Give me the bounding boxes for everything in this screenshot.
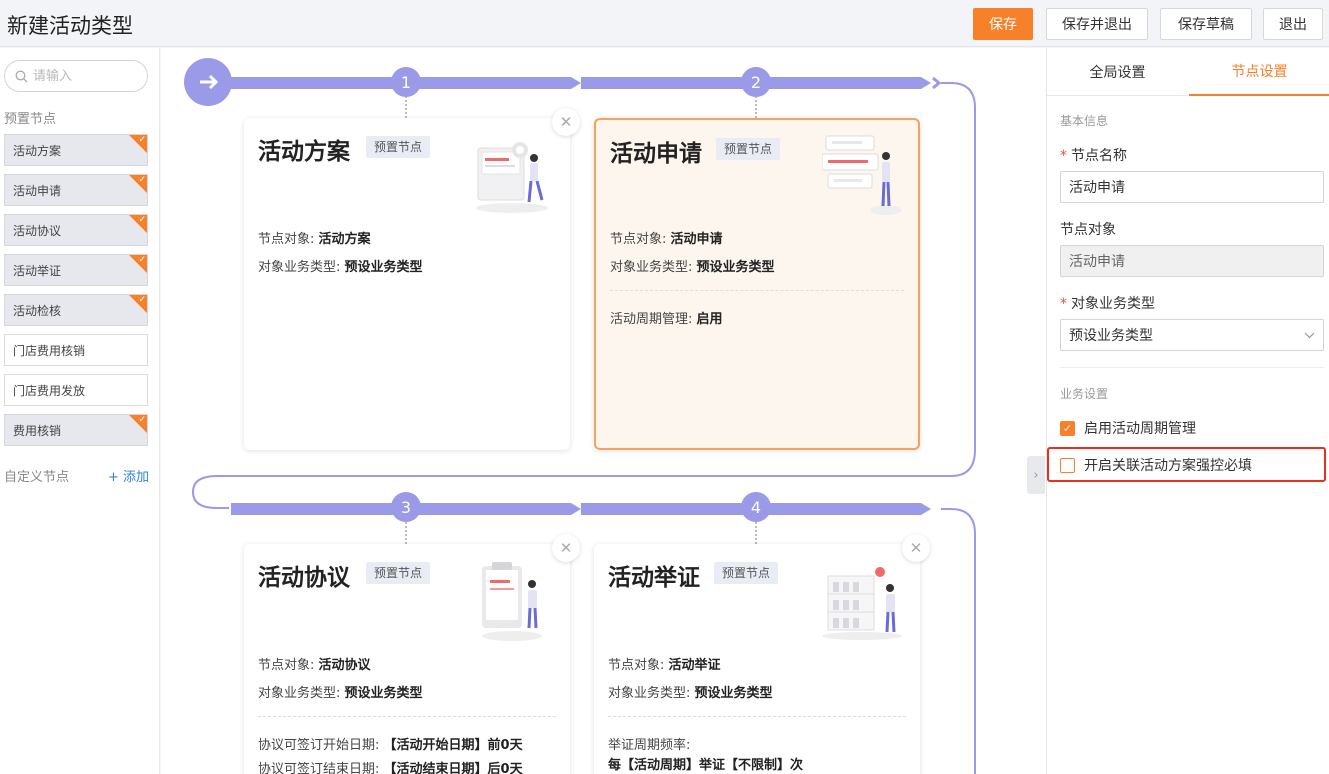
business-type-line: 对象业务类型: 预设业务类型	[610, 260, 775, 275]
node-object-field: 活动申请	[1060, 245, 1324, 277]
preset-node-tag: 预置节点	[366, 136, 431, 158]
tab-node-settings[interactable]: 节点设置	[1189, 48, 1329, 96]
form-illustration	[822, 135, 902, 215]
cycle-management-line: 活动周期管理: 启用	[610, 312, 723, 327]
sidebar-item-expense-writeoff[interactable]: 费用核销 ✓	[4, 414, 148, 446]
step-number-4: 4	[741, 492, 771, 522]
node-card-activity-application[interactable]: 活动申请 预置节点 节点对象: 活动申请 对象业务类型: 预设业务类型 活动周期…	[594, 118, 920, 450]
exit-button[interactable]: 退出	[1263, 8, 1323, 40]
node-card-activity-plan[interactable]: 活动方案 预置节点 节点对象: 活动方案 对象业务类型: 预设业务类型	[244, 118, 570, 450]
card-divider	[610, 290, 904, 291]
business-type-label: * 对象业务类型	[1060, 296, 1155, 312]
search-input[interactable]	[33, 68, 133, 84]
sidebar-item-label: 费用核销	[13, 423, 62, 438]
basic-info-heading: 基本信息	[1060, 114, 1109, 128]
chevron-down-icon	[1304, 332, 1315, 339]
highlight-annotation-box	[1047, 447, 1326, 482]
search-icon	[15, 70, 28, 82]
sidebar-item-label: 活动举证	[13, 263, 62, 278]
save-and-exit-button[interactable]: 保存并退出	[1046, 8, 1148, 40]
page-title: 新建活动类型	[7, 14, 133, 38]
agreement-end-line: 协议可签订结束日期: 【活动结束日期】后0天	[258, 762, 523, 774]
sidebar-item-label: 活动申请	[13, 183, 62, 198]
add-custom-node-button[interactable]: + 添加	[108, 466, 149, 485]
node-object-line: 节点对象: 活动协议	[258, 658, 371, 673]
close-icon[interactable]: ✕	[552, 534, 580, 562]
node-name-label: * 节点名称	[1060, 148, 1127, 164]
card-divider	[608, 716, 906, 717]
sidebar-item-store-expense-writeoff[interactable]: 门店费用核销	[4, 334, 148, 366]
close-icon[interactable]: ✕	[902, 534, 930, 562]
settings-panel: 全局设置 节点设置 基本信息 * 节点名称 活动申请 节点对象 活动申请 * 对象业…	[1046, 48, 1329, 774]
tab-global-settings[interactable]: 全局设置	[1047, 48, 1188, 96]
sidebar-item-label: 门店费用核销	[13, 343, 86, 358]
preset-node-tag: 预置节点	[366, 562, 431, 584]
node-object-line: 节点对象: 活动举证	[608, 658, 721, 673]
sidebar-item-label: 活动检核	[13, 303, 62, 318]
flow-canvas: 1 2 3 4 活动方案 预置节点 节点对象: 活动方案 对象业务类型: 预设业…	[161, 48, 1046, 774]
flow-loop-connector-2	[941, 508, 976, 774]
section-divider	[1060, 367, 1324, 368]
business-settings-heading: 业务设置	[1060, 387, 1109, 401]
business-type-value: 预设业务类型	[1069, 328, 1153, 344]
card-title: 活动申请	[610, 141, 702, 167]
preset-node-tag: 预置节点	[714, 562, 779, 584]
node-object-line: 节点对象: 活动方案	[258, 232, 371, 247]
save-button[interactable]: 保存	[973, 8, 1033, 40]
agreement-start-line: 协议可签订开始日期: 【活动开始日期】前0天	[258, 738, 523, 753]
preset-nodes-label: 预置节点	[4, 112, 57, 127]
sidebar-item-label: 活动协议	[13, 223, 62, 238]
sidebar-item-activity-application[interactable]: 活动申请 ✓	[4, 174, 148, 206]
check-icon: ✓	[138, 415, 146, 425]
business-type-select[interactable]: 预设业务类型	[1060, 319, 1324, 351]
sidebar-item-label: 活动方案	[13, 143, 62, 158]
check-icon: ✓	[138, 255, 146, 265]
node-card-activity-agreement[interactable]: 活动协议 预置节点 节点对象: 活动协议 对象业务类型: 预设业务类型 协议可签…	[244, 544, 570, 774]
node-name-input[interactable]: 活动申请	[1060, 171, 1324, 203]
close-icon[interactable]: ✕	[552, 108, 580, 136]
header: 新建活动类型 保存 保存并退出 保存草稿 退出	[0, 0, 1329, 47]
step-number-2: 2	[741, 67, 771, 97]
sidebar-item-activity-inspection[interactable]: 活动检核 ✓	[4, 294, 148, 326]
collapse-panel-chevron-icon[interactable]: ›	[1027, 456, 1045, 494]
clipboard-illustration	[482, 562, 542, 641]
flow-arrow-tip	[932, 76, 942, 90]
card-title: 活动协议	[258, 565, 350, 591]
sidebar-item-activity-agreement[interactable]: 活动协议 ✓	[4, 214, 148, 246]
sidebar-item-store-expense-payout[interactable]: 门店费用发放	[4, 374, 148, 406]
business-type-line: 对象业务类型: 预设业务类型	[608, 686, 773, 701]
check-icon: ✓	[138, 135, 146, 145]
document-illustration	[476, 142, 548, 213]
custom-nodes-label: 自定义节点	[4, 470, 70, 485]
step-number-1: 1	[391, 67, 421, 97]
node-library-sidebar: 预置节点 活动方案 ✓ 活动申请 ✓ 活动协议 ✓ 活动举证 ✓ 活动检核 ✓ …	[0, 48, 160, 774]
checkbox-label: 启用活动周期管理	[1084, 421, 1196, 437]
card-title: 活动方案	[258, 139, 350, 165]
step-number-3: 3	[391, 492, 421, 522]
evidence-frequency-label: 举证周期频率:	[608, 738, 691, 753]
preset-node-tag: 预置节点	[716, 138, 781, 160]
check-icon: ✓	[138, 175, 146, 185]
card-title: 活动举证	[608, 565, 700, 591]
shelf-illustration	[822, 567, 902, 640]
sidebar-item-activity-plan[interactable]: 活动方案 ✓	[4, 134, 148, 166]
node-card-activity-evidence[interactable]: 活动举证 预置节点 节点对象: 活动举证 对象业务类型: 预设业务类型 举证周期…	[594, 544, 920, 774]
card-divider	[258, 716, 556, 717]
sidebar-item-label: 门店费用发放	[13, 383, 86, 398]
enable-cycle-management-checkbox[interactable]: ✓ 启用活动周期管理	[1060, 418, 1196, 438]
sidebar-item-activity-evidence[interactable]: 活动举证 ✓	[4, 254, 148, 286]
save-draft-button[interactable]: 保存草稿	[1160, 8, 1252, 40]
business-type-line: 对象业务类型: 预设业务类型	[258, 260, 423, 275]
node-object-line: 节点对象: 活动申请	[610, 232, 723, 247]
node-object-label: 节点对象	[1060, 222, 1116, 238]
business-type-line: 对象业务类型: 预设业务类型	[258, 686, 423, 701]
check-icon: ✓	[138, 295, 146, 305]
evidence-frequency-value: 每【活动周期】举证【不限制】次	[608, 758, 804, 773]
search-box[interactable]	[4, 60, 148, 92]
checkbox-checked-icon[interactable]: ✓	[1060, 420, 1075, 436]
check-icon: ✓	[138, 215, 146, 225]
